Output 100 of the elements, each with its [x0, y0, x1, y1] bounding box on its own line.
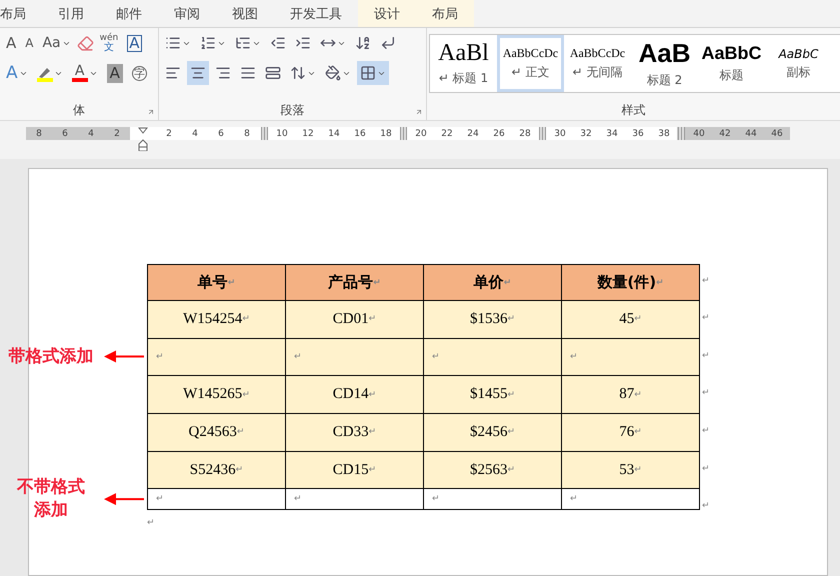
text-effects-button[interactable]: A [3, 61, 31, 85]
paint-bucket-icon [324, 65, 341, 81]
table-cell: ↵ [424, 489, 562, 510]
table-cell: CD15↵ [286, 452, 424, 490]
ruler-number: 8 [244, 128, 250, 138]
ribbon-tab[interactable]: 视图 [216, 0, 274, 27]
style-preview: AaBbCcDc [502, 46, 558, 61]
header-cell: 单价↵ [424, 264, 562, 301]
distribute-icon [264, 65, 281, 81]
change-case-button[interactable]: Aa [39, 31, 74, 55]
style-name: 标题 2 [646, 72, 682, 89]
table-cell: $1536↵ [424, 301, 562, 339]
header-cell: 单号↵ [147, 264, 286, 301]
launcher-icon[interactable] [414, 108, 423, 116]
row-end-mark: ↵ [702, 313, 710, 323]
ruler-number: 18 [380, 128, 392, 138]
ruler-number: 42 [719, 128, 731, 138]
grid-icon [360, 65, 376, 81]
group-label: 体 [72, 102, 85, 118]
table-cell: Q24563↵ [147, 414, 286, 452]
style-item[interactable]: AaBl ↵ 标题 1 [430, 35, 497, 92]
shrink-font-button[interactable]: A [22, 31, 36, 55]
ruler-number: 44 [745, 128, 757, 138]
ruler-number: 36 [632, 128, 644, 138]
row-end-mark: ↵ [702, 276, 710, 286]
ribbon-tab[interactable]: 开发工具 [274, 0, 358, 27]
group-label: 段落 [280, 102, 304, 118]
ribbon-tab[interactable]: 设计 [358, 0, 416, 27]
table-cell: S52436↵ [147, 452, 286, 490]
ruler-number: 6 [218, 128, 224, 138]
ruler-number: 16 [354, 128, 366, 138]
ruler-number: 26 [493, 128, 505, 138]
ruler-number: 4 [192, 128, 198, 138]
ribbon-tab[interactable]: 邮件 [100, 0, 158, 27]
enclose-characters-button[interactable]: 字 [128, 61, 150, 85]
table-cell: 76↵ [562, 414, 700, 452]
left-arrow [104, 350, 144, 364]
ruler-number: 32 [580, 128, 592, 138]
eraser-icon[interactable] [76, 34, 94, 52]
row-end-mark: ↵ [702, 501, 710, 512]
style-item[interactable]: AaBbC 副标 [764, 35, 832, 92]
ribbon-tab[interactable]: 布局 [416, 0, 474, 27]
style-preview: AaBbC [701, 43, 762, 64]
table-cell: CD33↵ [286, 414, 424, 452]
phonetic-guide-button[interactable]: wén 文 [96, 31, 122, 55]
ruler-number: 4 [88, 128, 94, 138]
table-cell: 45↵ [562, 301, 700, 339]
style-preview: AaBbC [778, 46, 818, 60]
tree-list-icon [234, 35, 251, 51]
borders-button[interactable] [356, 61, 389, 85]
ribbon-tab[interactable]: 布局 [0, 0, 42, 27]
style-item[interactable]: AaBbCcDc ↵ 无间隔 [564, 35, 631, 92]
ruler-number: 8 [36, 128, 42, 138]
table-cell: ↵ [286, 338, 424, 376]
table-cell: W145265↵ [147, 376, 286, 414]
table-cell: $2456↵ [424, 414, 562, 452]
table-cell: 53↵ [562, 452, 700, 490]
column-marker[interactable] [677, 127, 686, 140]
indent-marker[interactable] [138, 126, 148, 150]
style-preview: AaBl [438, 40, 489, 67]
line-spacing-icon [290, 65, 306, 81]
ruler-number: 30 [554, 128, 566, 138]
table-cell: ↵ [562, 489, 700, 510]
row-end-mark: ↵ [702, 426, 710, 436]
row-end-mark: ↵ [702, 350, 710, 361]
grow-font-button[interactable]: A [3, 31, 20, 55]
indent-icon [294, 35, 311, 51]
ruler-number: 46 [771, 128, 783, 138]
group-label: 样式 [621, 102, 646, 118]
ruler-number: 22 [441, 128, 453, 138]
font-color-button[interactable]: A [68, 61, 101, 85]
table-cell: 87↵ [562, 376, 700, 414]
table-cell: CD01↵ [286, 301, 424, 339]
style-item[interactable]: AaBbCcDc ↵ 正文 [496, 35, 564, 92]
style-name: 标题 [719, 67, 744, 84]
ruler-number: 12 [302, 128, 314, 138]
ribbon-tab[interactable]: 审阅 [158, 0, 216, 27]
style-preview: AaBbCcDc [570, 46, 626, 61]
row-end-mark: ↵ [702, 388, 710, 398]
ruler-number: 20 [415, 128, 427, 138]
style-item[interactable]: AaBbC 标题 [698, 35, 765, 92]
ruler-number: 34 [606, 128, 618, 138]
numbered-list-icon [200, 35, 216, 51]
ruler-number: 28 [519, 128, 531, 138]
launcher-icon[interactable] [146, 108, 155, 116]
ruler-number: 10 [276, 128, 288, 138]
table-cell: ↵ [424, 338, 562, 376]
table-cell: $1455↵ [424, 376, 562, 414]
table-cell: W154254↵ [147, 301, 286, 339]
ribbon-tab[interactable]: 引用 [42, 0, 100, 27]
paragraph-mark: ↵ [147, 518, 155, 528]
style-name: ↵ 无间隔 [572, 64, 622, 81]
center-button[interactable] [186, 61, 209, 85]
ruler-number: 2 [114, 128, 120, 138]
ruler-number: 14 [328, 128, 340, 138]
table-cell: CD14↵ [286, 376, 424, 414]
align-right-icon [214, 65, 231, 81]
style-item[interactable]: AaB 标题 2 [630, 35, 698, 92]
outdent-icon [270, 35, 286, 51]
bullet-list-icon [164, 35, 181, 51]
